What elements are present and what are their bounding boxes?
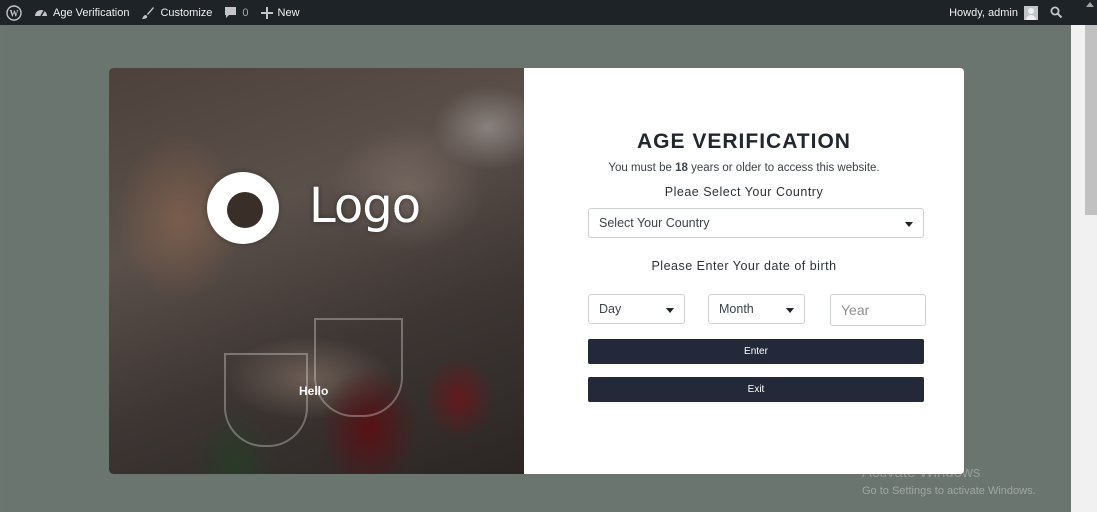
admin-bar: W Age Verification Customize 0 New Howdy… [0, 0, 1097, 25]
month-select-value: Month [719, 302, 754, 316]
age-verification-modal: Logo Hello AGE VERIFICATION You must be … [109, 68, 964, 474]
subtitle-prefix: You must be [608, 162, 676, 174]
plus-icon [260, 6, 273, 19]
comment-icon [225, 7, 237, 18]
customize-label: Customize [160, 6, 213, 19]
day-select-value: Day [599, 302, 622, 316]
greeting-text: Howdy, admin [949, 6, 1018, 19]
day-select[interactable]: Day [588, 294, 685, 324]
age-requirement-text: You must be 18 years or older to access … [524, 162, 964, 174]
logo-mark [207, 172, 279, 244]
my-account-link[interactable]: Howdy, admin [943, 0, 1042, 25]
site-name-label: Age Verification [53, 6, 130, 19]
wine-glass-image [224, 353, 308, 447]
logo-text: Logo [309, 178, 421, 234]
scrollbar-thumb[interactable] [1085, 25, 1097, 215]
exit-button[interactable]: Exit [588, 377, 924, 402]
enter-button[interactable]: Enter [588, 339, 924, 364]
chevron-down-icon [905, 222, 913, 227]
year-input-placeholder: Year [841, 302, 870, 318]
country-select-value: Select Your Country [599, 216, 710, 230]
country-select[interactable]: Select Your Country [588, 208, 924, 238]
wordpress-icon: W [6, 4, 22, 21]
comments-link[interactable]: 0 [218, 0, 254, 25]
activate-windows-title: Activate Windows [862, 464, 981, 481]
comments-count: 0 [242, 6, 249, 19]
modal-title: AGE VERIFICATION [637, 130, 851, 153]
activate-windows-subtitle: Go to Settings to activate Windows. [862, 485, 1036, 497]
wordpress-logo-menu[interactable]: W [0, 0, 28, 25]
avatar [1024, 5, 1038, 20]
scroll-up-arrow-icon[interactable] [1086, 2, 1094, 7]
new-label: New [277, 6, 300, 19]
verification-form: AGE VERIFICATION You must be 18 years or… [524, 68, 964, 474]
month-select[interactable]: Month [708, 294, 805, 324]
new-content-link[interactable]: New [255, 0, 306, 25]
background-photo: Logo Hello [109, 68, 524, 474]
subtitle-suffix: years or older to access this website. [687, 162, 880, 174]
year-input[interactable]: Year [830, 294, 926, 326]
customize-link[interactable]: Customize [135, 0, 218, 25]
min-age: 18 [675, 162, 688, 174]
dashboard-icon [35, 9, 47, 16]
svg-text:W: W [10, 8, 19, 18]
site-name-link[interactable]: Age Verification [28, 0, 135, 25]
country-label: Pleae Select Your Country [664, 185, 824, 199]
hello-text: Hello [299, 384, 329, 398]
chevron-down-icon [666, 308, 674, 313]
paintbrush-icon [142, 6, 155, 19]
dob-label: Please Enter Your date of birth [651, 259, 837, 273]
search-icon [1050, 6, 1063, 19]
wine-glass-image [314, 318, 403, 417]
chevron-down-icon [786, 308, 794, 313]
